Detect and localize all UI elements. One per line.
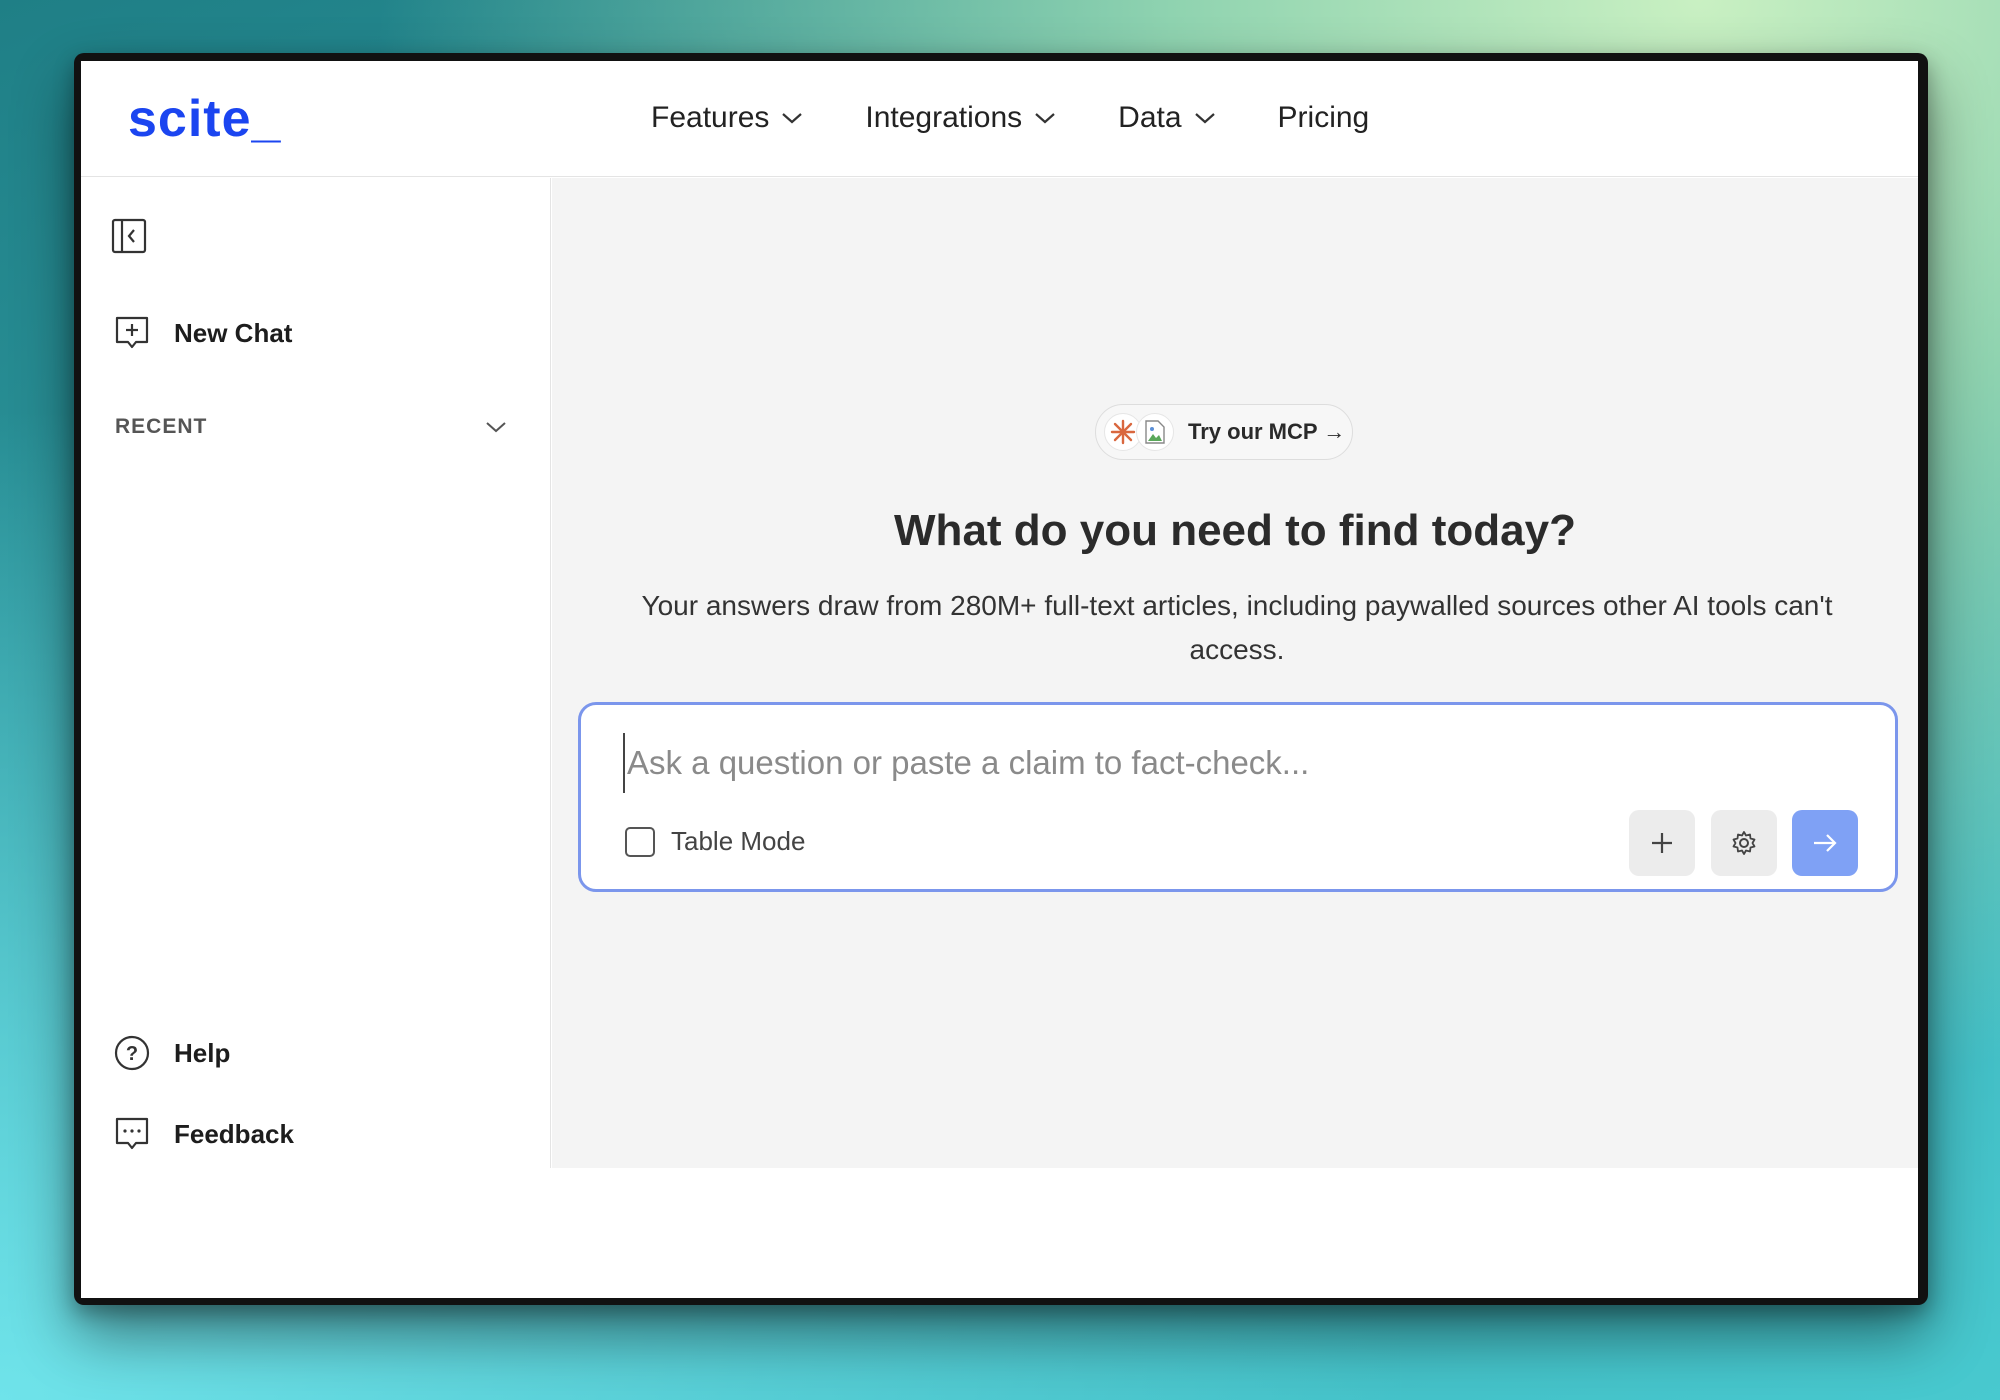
gear-icon [1732, 831, 1756, 855]
collapse-sidebar-icon[interactable] [111, 218, 147, 254]
nav-integrations[interactable]: Integrations [865, 101, 1056, 135]
question-input[interactable] [623, 733, 1823, 793]
nav-data-label: Data [1118, 101, 1182, 134]
table-mode-checkbox[interactable] [625, 826, 655, 857]
feedback-label: Feedback [174, 1118, 294, 1149]
help-icon: ? [114, 1035, 150, 1071]
browser-window: scite_ Features Integrations Data Pricin… [81, 61, 1918, 1298]
table-mode-label: Table Mode [671, 826, 806, 856]
nav-pricing[interactable]: Pricing [1278, 101, 1370, 135]
try-mcp-pill[interactable]: Try our MCP → [1095, 404, 1353, 460]
broken-image-icon [1136, 413, 1174, 451]
recent-section-toggle[interactable]: RECENT [115, 415, 507, 439]
chevron-down-icon [1035, 113, 1055, 124]
sidebar: New Chat RECENT ? Help Feedback [81, 178, 551, 1168]
help-label: Help [174, 1037, 231, 1068]
top-header: scite_ Features Integrations Data Pricin… [81, 61, 1918, 177]
feedback-icon [115, 1117, 149, 1150]
nav-features-label: Features [651, 101, 770, 134]
plus-icon [1652, 833, 1672, 853]
settings-button[interactable] [1711, 810, 1777, 876]
arrow-right-icon [1814, 834, 1837, 852]
chevron-down-icon [782, 113, 803, 124]
new-chat-label: New Chat [174, 317, 293, 348]
nav-data[interactable]: Data [1118, 101, 1215, 135]
help-button[interactable]: ? Help [114, 1035, 230, 1071]
new-chat-icon [115, 316, 149, 349]
feedback-button[interactable]: Feedback [114, 1116, 294, 1152]
recent-label: RECENT [115, 415, 208, 438]
page-headline: What do you need to find today? [894, 506, 1576, 555]
table-mode-toggle[interactable]: Table Mode [625, 826, 805, 857]
svg-text:?: ? [126, 1043, 138, 1065]
nav-features[interactable]: Features [651, 101, 803, 135]
scite-logo[interactable]: scite_ [128, 89, 281, 149]
new-chat-button[interactable]: New Chat [114, 315, 292, 351]
nav-integrations-label: Integrations [865, 101, 1023, 134]
chat-input-box: Table Mode [578, 702, 1898, 892]
page-subheadline: Your answers draw from 280M+ full-text a… [641, 590, 1833, 665]
main-content: Try our MCP → What do you need to find t… [552, 178, 1918, 1168]
try-mcp-label: Try our MCP → [1188, 419, 1346, 444]
chevron-down-icon [486, 422, 506, 433]
send-button[interactable] [1792, 810, 1858, 876]
chevron-down-icon [1194, 113, 1215, 124]
main-nav: Features Integrations Data Pricing [651, 101, 1431, 135]
nav-pricing-label: Pricing [1277, 101, 1370, 134]
attach-button[interactable] [1629, 810, 1695, 876]
